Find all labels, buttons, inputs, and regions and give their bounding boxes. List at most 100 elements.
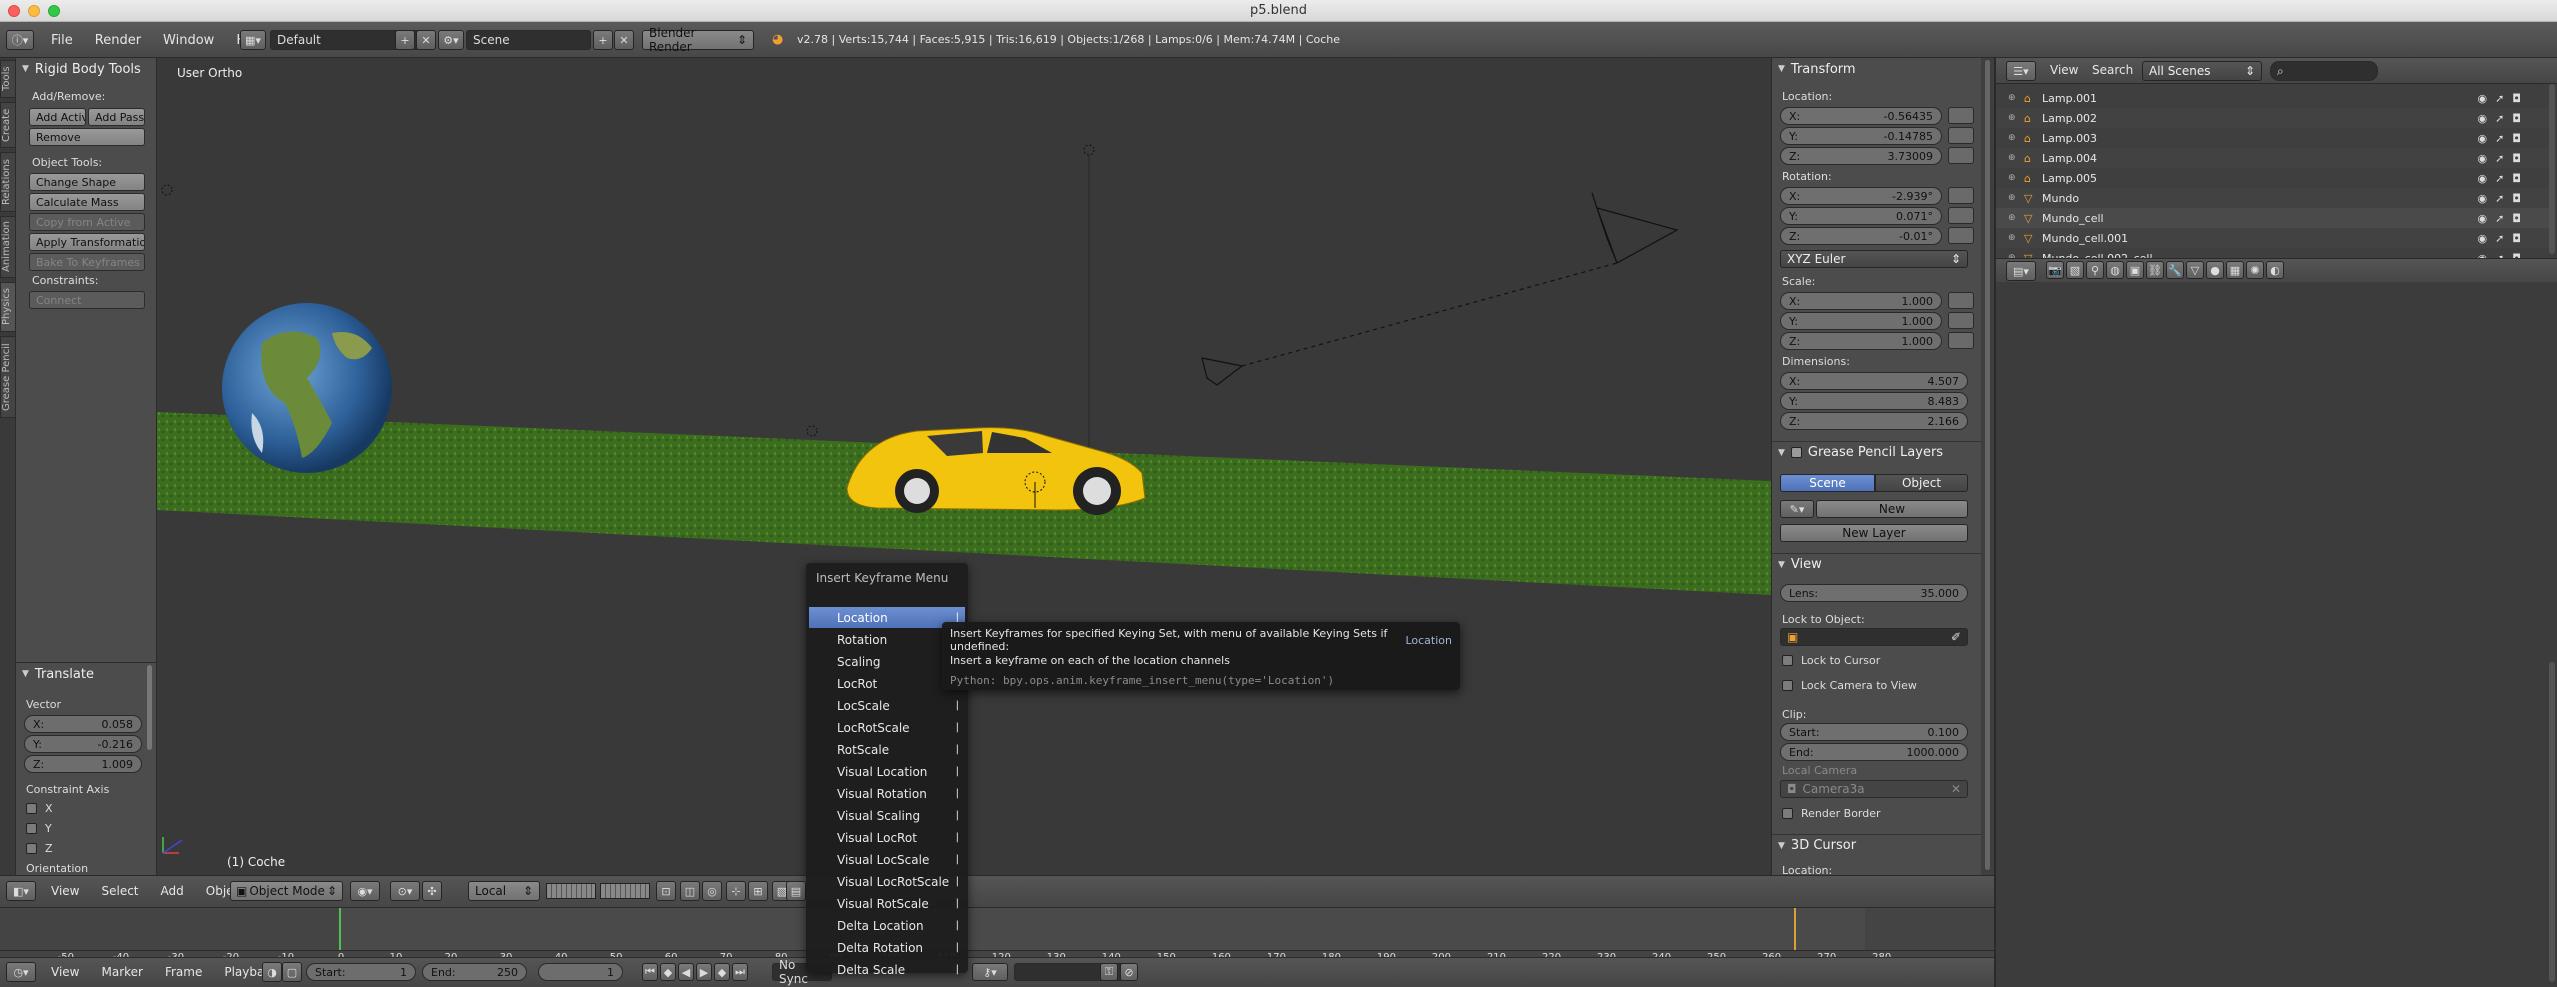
dimensions-y-field[interactable]: Y: 8.483 (1780, 392, 1968, 410)
constraint-x-checkbox[interactable]: X (26, 802, 53, 815)
grease-pencil-layers-header[interactable]: ▼ Grease Pencil Layers (1772, 441, 1982, 463)
expand-icon[interactable]: ⊕ (2008, 133, 2020, 143)
menu-add[interactable]: Add (150, 884, 195, 898)
selectable-arrow-icon[interactable]: ➚ (2495, 232, 2504, 245)
connect-button[interactable]: Connect (29, 291, 145, 309)
lock-scale-z-icon[interactable] (1948, 332, 1974, 349)
render-camera-icon[interactable]: ◘ (2512, 212, 2521, 225)
panel-scrollbar[interactable] (144, 663, 154, 753)
apply-transformation-button[interactable]: Apply Transformation (29, 233, 145, 251)
visibility-eye-icon[interactable]: ◉ (2477, 132, 2487, 145)
keyframe-menu-item[interactable]: Delta Rotation | (809, 937, 965, 958)
jump-start-icon[interactable]: ⏮ (642, 963, 658, 981)
checkbox-x[interactable] (26, 803, 37, 814)
proportional-edit-icon[interactable]: ◎ (702, 881, 722, 901)
lock-scale-x-icon[interactable] (1948, 292, 1974, 309)
keyframe-menu-item[interactable]: Visual Location | (809, 761, 965, 782)
keying-set-icon[interactable]: ⚷▾ (972, 963, 1008, 981)
lock-location-z-icon[interactable] (1948, 147, 1974, 164)
editor-type-3d-icon[interactable]: ◧▾ (6, 881, 36, 901)
layer-lock-icon[interactable]: ⊡ (656, 881, 676, 901)
screen-layout-icon[interactable]: ▦▾ (240, 30, 266, 50)
expand-icon[interactable]: ⊕ (2008, 113, 2020, 123)
rigid-body-tools-header[interactable]: ▼ Rigid Body Tools (16, 58, 156, 80)
outliner-search-input[interactable]: ⌕ (2270, 61, 2378, 81)
pivot-point-icon[interactable]: ⊙▾ (390, 881, 420, 901)
editor-type-outliner-icon[interactable]: ☰▾ (2006, 61, 2036, 81)
render-camera-icon[interactable]: ◘ (2512, 152, 2521, 165)
preview-range-icon[interactable]: ◑ (262, 962, 282, 982)
tab-tools[interactable]: Tools (0, 60, 16, 98)
snap-target-icon[interactable]: ⊞ (748, 881, 768, 901)
selectable-arrow-icon[interactable]: ➚ (2495, 212, 2504, 225)
view-panel-header[interactable]: ▼ View (1772, 553, 1982, 575)
checkbox[interactable] (1782, 655, 1793, 666)
selectable-arrow-icon[interactable]: ➚ (2495, 172, 2504, 185)
menu-file[interactable]: File (40, 33, 84, 48)
gp-enable-checkbox[interactable] (1790, 447, 1802, 458)
outliner-row[interactable]: ⊕ ▽ Mundo_cell.001 ◉ ➚ ◘ (1996, 228, 2549, 248)
outliner-row[interactable]: ⊕ ▽ Mundo_cell ◉ ➚ ◘ (1996, 208, 2549, 228)
editor-type-timeline-icon[interactable]: ◷▾ (6, 962, 36, 982)
lens-field[interactable]: Lens: 35.000 (1780, 584, 1968, 602)
outliner-row[interactable]: ⊕ ⌂ Lamp.002 ◉ ➚ ◘ (1996, 108, 2549, 128)
transform-orientation-select[interactable]: Local ⇕ (468, 881, 540, 901)
scale-y-field[interactable]: Y: 1.000 (1780, 312, 1942, 330)
selectable-arrow-icon[interactable]: ➚ (2495, 132, 2504, 145)
keyframe-menu-item[interactable]: Delta Scale | (809, 959, 965, 980)
menu-search[interactable]: Search (2092, 63, 2133, 77)
checkbox[interactable] (1782, 680, 1793, 691)
scale-z-field[interactable]: Z: 1.000 (1780, 332, 1942, 350)
material-tab-icon[interactable]: ● (2206, 261, 2224, 279)
render-preview-icon[interactable]: ◫ (680, 881, 700, 901)
keyframe-menu-item[interactable]: Visual LocRotScale | (809, 871, 965, 892)
lock-scale-y-icon[interactable] (1948, 312, 1974, 329)
opengl-anim-icon[interactable]: ▤ (786, 881, 806, 901)
visibility-eye-icon[interactable]: ◉ (2477, 232, 2487, 245)
dimensions-x-field[interactable]: X: 4.507 (1780, 372, 1968, 390)
copy-from-active-button[interactable]: Copy from Active (29, 213, 145, 231)
local-camera-field[interactable]: ◘ Camera3a ✕ (1780, 780, 1968, 798)
keyframe-menu-item[interactable]: Delta Location | (809, 915, 965, 936)
lock-rotation-z-icon[interactable] (1948, 227, 1974, 244)
keyframe-menu-item[interactable]: Visual Scaling | (809, 805, 965, 826)
menu-window[interactable]: Window (152, 33, 225, 48)
expand-icon[interactable]: ⊕ (2008, 173, 2020, 183)
properties-editor-scrollbar[interactable] (2549, 662, 2555, 982)
gp-scene-toggle[interactable]: Scene (1780, 474, 1875, 492)
expand-icon[interactable]: ⊕ (2008, 213, 2020, 223)
selectable-arrow-icon[interactable]: ➚ (2495, 92, 2504, 105)
render-tab-icon[interactable]: 📷 (2046, 261, 2064, 279)
expand-icon[interactable]: ⊕ (2008, 233, 2020, 243)
bake-to-keyframes-button[interactable]: Bake To Keyframes (29, 253, 145, 271)
visibility-eye-icon[interactable]: ◉ (2477, 152, 2487, 165)
clip-start-field[interactable]: Start: 0.100 (1780, 723, 1968, 741)
menu-marker[interactable]: Marker (90, 965, 153, 979)
lock-to-object-field[interactable]: ▣ ✐ (1780, 628, 1968, 646)
menu-render[interactable]: Render (84, 33, 152, 48)
location-x-field[interactable]: X: -0.56435 (1780, 107, 1942, 125)
outliner-row[interactable]: ⊕ ⌂ Lamp.005 ◉ ➚ ◘ (1996, 168, 2549, 188)
insert-keyframe-icon[interactable]: ⚿ (1100, 963, 1118, 981)
keyframe-menu-item[interactable]: Visual RotScale | (809, 893, 965, 914)
rotation-x-field[interactable]: X: -2.939° (1780, 187, 1942, 205)
menu-select[interactable]: Select (90, 884, 149, 898)
3d-cursor-panel-header[interactable]: ▼ 3D Cursor (1772, 834, 1982, 856)
visibility-eye-icon[interactable]: ◉ (2477, 212, 2487, 225)
keyframe-menu-item[interactable]: Visual Rotation | (809, 783, 965, 804)
jump-end-icon[interactable]: ⏭ (732, 963, 748, 981)
lock-location-y-icon[interactable] (1948, 127, 1974, 144)
menu-view[interactable]: View (40, 884, 90, 898)
next-keyframe-icon[interactable]: ◆ (714, 963, 730, 981)
add-layout-button[interactable]: + (395, 30, 415, 50)
scale-x-field[interactable]: X: 1.000 (1780, 292, 1942, 310)
texture-tab-icon[interactable]: ▦ (2226, 261, 2244, 279)
scene-tab-icon[interactable]: ⚲ (2086, 261, 2104, 279)
eyedropper-icon[interactable]: ✐ (1951, 630, 1961, 644)
add-active-button[interactable]: Add Activ (29, 108, 86, 126)
selectable-arrow-icon[interactable]: ➚ (2495, 192, 2504, 205)
editor-type-properties-icon[interactable]: ▤▾ (2006, 261, 2036, 281)
gp-pencil-icon[interactable]: ✎▾ (1780, 500, 1814, 518)
rotation-z-field[interactable]: Z: -0.01° (1780, 227, 1942, 245)
visibility-eye-icon[interactable]: ◉ (2477, 112, 2487, 125)
